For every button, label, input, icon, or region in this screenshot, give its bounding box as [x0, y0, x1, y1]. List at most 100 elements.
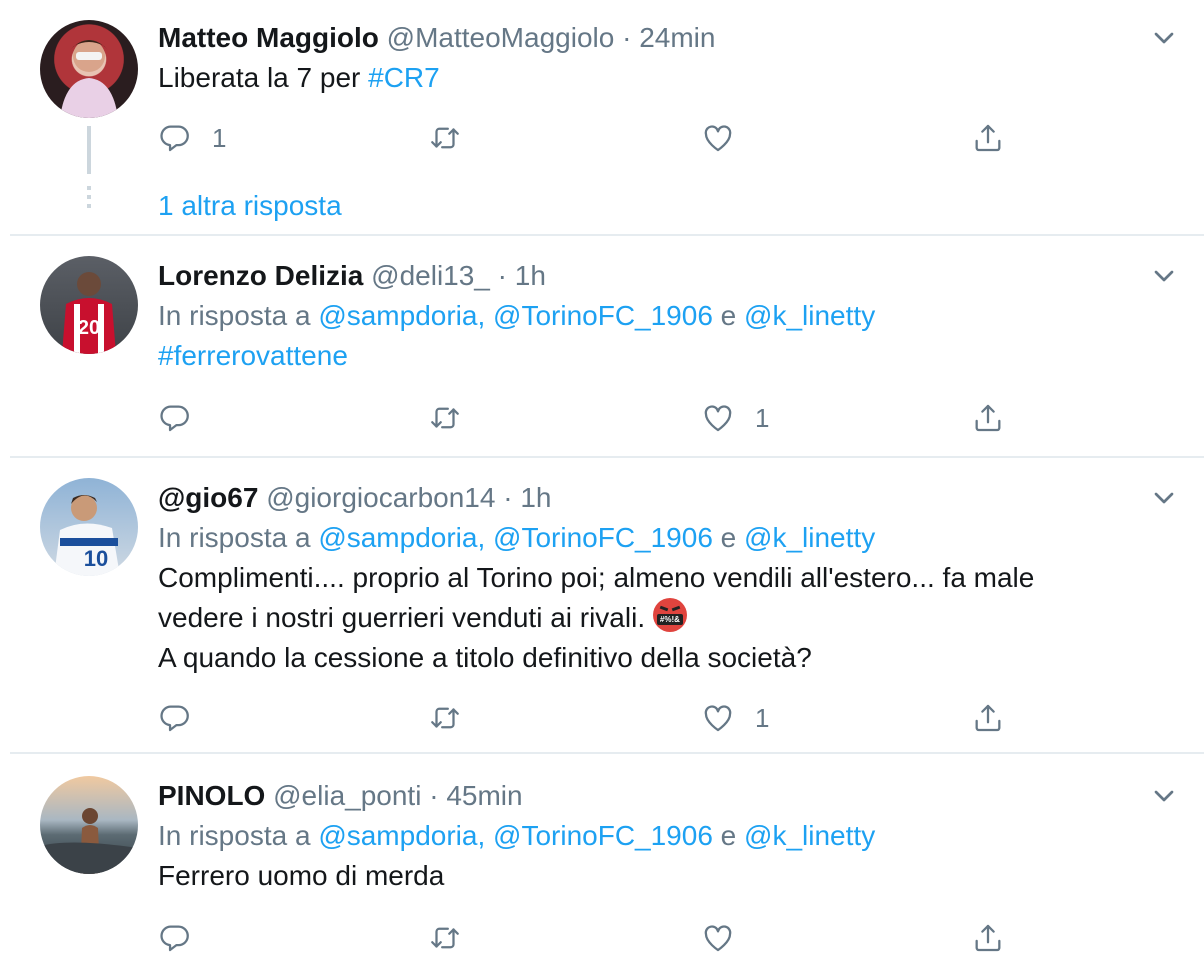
like-icon [701, 701, 735, 735]
reply-button[interactable]: 1 [158, 116, 226, 160]
conjunction: e [712, 820, 745, 851]
display-name[interactable]: Matteo Maggiolo [158, 22, 379, 53]
timestamp[interactable]: 1h [520, 482, 551, 513]
tweet-header: PINOLO @elia_ponti · 45min [158, 776, 1154, 816]
retweet-button[interactable] [428, 396, 462, 440]
comma: , [477, 522, 486, 553]
reply-prefix: In risposta a [158, 300, 319, 331]
text: Liberata la 7 per [158, 62, 369, 93]
avatar-image [60, 40, 118, 118]
mention-link[interactable]: @TorinoFC_1906 [493, 820, 713, 851]
tweet-text: Liberata la 7 per #CR7 [158, 58, 1144, 98]
like-icon [701, 921, 735, 955]
retweet-button[interactable] [428, 916, 462, 960]
reply-icon [158, 921, 192, 955]
share-button[interactable] [971, 916, 1005, 960]
reply-context: In risposta a @sampdoria, @TorinoFC_1906… [158, 296, 1154, 336]
like-count: 1 [755, 402, 770, 433]
tweet-header: Matteo Maggiolo @MatteoMaggiolo · 24min [158, 18, 1144, 58]
avatar-image: 10 [54, 495, 120, 576]
text-line: A quando la cessione a titolo definitivo… [158, 642, 812, 673]
emoji-symbols: #%!& [656, 614, 683, 625]
avatar[interactable]: 10 [40, 478, 138, 576]
thread-dots [87, 186, 91, 213]
retweet-icon [428, 701, 462, 735]
display-name[interactable]: PINOLO [158, 780, 265, 811]
display-name[interactable]: @gio67 [158, 482, 258, 513]
chevron-down-icon[interactable] [1148, 780, 1180, 812]
timestamp[interactable]: 45min [446, 780, 522, 811]
mention-link[interactable]: @sampdoria [318, 300, 477, 331]
avatar[interactable] [40, 776, 138, 874]
hashtag-link[interactable]: #ferrerovattene [158, 340, 348, 371]
mention-link[interactable]: @TorinoFC_1906 [493, 522, 713, 553]
retweet-button[interactable] [428, 116, 462, 160]
hashtag-link[interactable]: #CR7 [368, 62, 440, 93]
retweet-button[interactable] [428, 696, 462, 740]
separator: · [503, 482, 513, 513]
handle[interactable]: @MatteoMaggiolo [387, 22, 615, 53]
share-button[interactable] [971, 116, 1005, 160]
avatar-image [40, 808, 138, 874]
text-line: Complimenti.... proprio al Torino poi; a… [158, 562, 1035, 593]
like-icon [701, 121, 735, 155]
separator: · [622, 22, 632, 53]
reply-context: In risposta a @sampdoria, @TorinoFC_1906… [158, 518, 1154, 558]
like-count: 1 [755, 702, 770, 733]
chevron-down-icon[interactable] [1148, 22, 1180, 54]
reply-button[interactable] [158, 396, 212, 440]
like-button[interactable]: 1 [701, 696, 769, 740]
avatar[interactable] [40, 20, 138, 118]
tweet-header: Lorenzo Delizia @deli13_ · 1h [158, 256, 1154, 296]
tweet[interactable]: 10 @gio67 @giorgiocarbon14 · 1h In rispo… [10, 456, 1204, 754]
mention-link[interactable]: @TorinoFC_1906 [493, 300, 713, 331]
comma: , [477, 820, 486, 851]
chevron-down-icon[interactable] [1148, 482, 1180, 514]
reply-prefix: In risposta a [158, 820, 319, 851]
mention-link[interactable]: @k_linetty [744, 820, 875, 851]
like-icon [701, 401, 735, 435]
reply-button[interactable] [158, 696, 212, 740]
avatar[interactable]: 20 [40, 256, 138, 354]
tweet[interactable]: Matteo Maggiolo @MatteoMaggiolo · 24min … [0, 0, 1204, 234]
conjunction: e [712, 300, 745, 331]
share-button[interactable] [971, 696, 1005, 740]
like-button[interactable] [701, 116, 755, 160]
text-span: vedere i nostri guerrieri venduti ai riv… [158, 602, 646, 633]
like-button[interactable] [701, 916, 755, 960]
mention-link[interactable]: @k_linetty [744, 300, 875, 331]
mention-link[interactable]: @k_linetty [744, 522, 875, 553]
like-button[interactable]: 1 [701, 396, 769, 440]
share-icon [971, 921, 1005, 955]
tweet[interactable]: PINOLO @elia_ponti · 45min In risposta a… [10, 752, 1204, 978]
chevron-down-icon[interactable] [1148, 260, 1180, 292]
reply-context: In risposta a @sampdoria, @TorinoFC_1906… [158, 816, 1154, 856]
reply-icon [158, 121, 192, 155]
tweet-text: #ferrerovattene [158, 336, 1154, 376]
tweet[interactable]: 20 Lorenzo Delizia @deli13_ · 1h In risp… [10, 234, 1204, 458]
reply-icon [158, 701, 192, 735]
reply-button[interactable] [158, 916, 212, 960]
share-button[interactable] [971, 396, 1005, 440]
display-name[interactable]: Lorenzo Delizia [158, 260, 363, 291]
show-more-replies-link[interactable]: 1 altra risposta [158, 186, 342, 226]
mention-link[interactable]: @sampdoria [318, 522, 477, 553]
svg-text:10: 10 [84, 546, 108, 571]
avatar-image: 20 [62, 272, 116, 354]
handle[interactable]: @deli13_ [371, 260, 490, 291]
share-icon [971, 401, 1005, 435]
timestamp[interactable]: 24min [639, 22, 715, 53]
handle[interactable]: @elia_ponti [273, 780, 421, 811]
thread-line [87, 126, 91, 174]
share-icon [971, 701, 1005, 735]
tweet-header: @gio67 @giorgiocarbon14 · 1h [158, 478, 1154, 518]
handle[interactable]: @giorgiocarbon14 [266, 482, 495, 513]
reply-count: 1 [212, 122, 227, 153]
separator: · [429, 780, 439, 811]
timestamp[interactable]: 1h [515, 260, 546, 291]
retweet-icon [428, 921, 462, 955]
share-icon [971, 121, 1005, 155]
retweet-icon [428, 121, 462, 155]
mention-link[interactable]: @sampdoria [318, 820, 477, 851]
tweet-text: Ferrero uomo di merda [158, 860, 445, 891]
